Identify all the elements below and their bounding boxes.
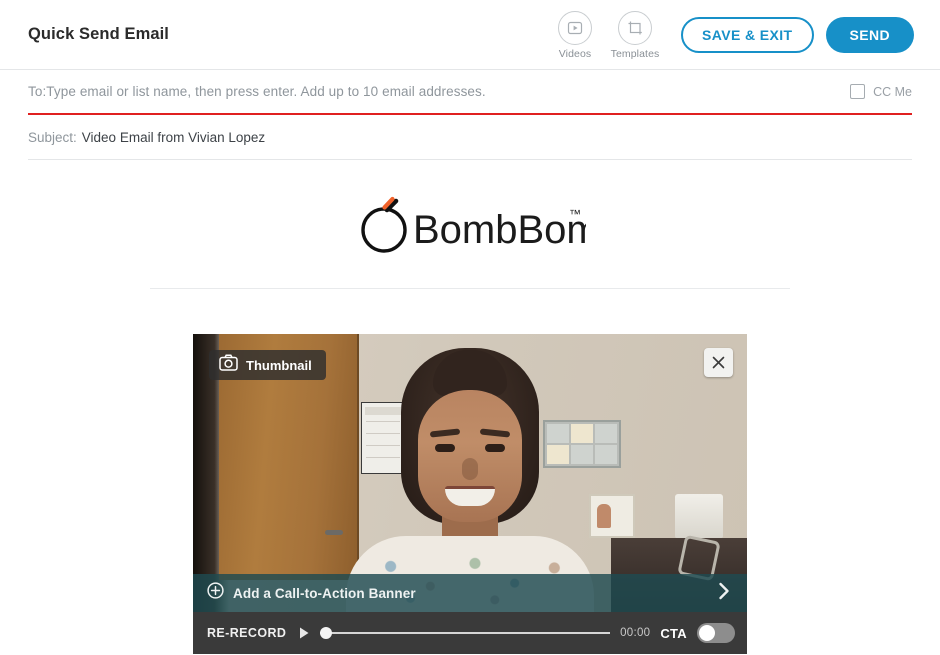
- camera-icon: [219, 354, 238, 376]
- subject-row[interactable]: Subject: Video Email from Vivian Lopez: [28, 115, 912, 160]
- person-nose: [462, 458, 478, 480]
- time-display: 00:00: [620, 627, 651, 639]
- person-face: [418, 390, 522, 522]
- video-player-wrapper: Thumbnail Add a Call-to-Action Banner RE…: [0, 334, 940, 654]
- bombbomb-logo-icon: BombBomb ™: [361, 196, 586, 253]
- to-input-placeholder[interactable]: To:Type email or list name, then press e…: [28, 84, 486, 99]
- progress-track: [320, 632, 611, 634]
- save-and-exit-button[interactable]: SAVE & EXIT: [681, 16, 814, 53]
- play-button[interactable]: [298, 626, 310, 640]
- subject-input[interactable]: Video Email from Vivian Lopez: [82, 130, 265, 145]
- videos-label: Videos: [558, 48, 592, 60]
- bombbomb-logo: BombBomb ™: [0, 194, 940, 256]
- svg-text:™: ™: [569, 207, 581, 221]
- progress-handle[interactable]: [320, 627, 333, 639]
- cta-toggle[interactable]: [697, 623, 735, 643]
- play-icon: [300, 627, 309, 639]
- scene-picture-frame: [589, 494, 635, 538]
- cta-toggle-label: CTA: [660, 625, 687, 641]
- close-icon: [712, 356, 725, 369]
- scene-wall-calendar: [361, 402, 405, 474]
- progress-scrubber[interactable]: [320, 626, 611, 640]
- templates-label: Templates: [610, 48, 660, 60]
- subject-label: Subject:: [28, 129, 77, 145]
- chevron-right-icon: [717, 582, 731, 605]
- add-cta-banner-label: Add a Call-to-Action Banner: [233, 585, 416, 601]
- templates-button[interactable]: Templates: [605, 11, 665, 60]
- person-mouth: [445, 486, 495, 506]
- cc-me-label: CC Me: [873, 84, 912, 99]
- videos-button[interactable]: Videos: [545, 11, 605, 60]
- thumbnail-button[interactable]: Thumbnail: [209, 350, 326, 380]
- thumbnail-label: Thumbnail: [246, 357, 312, 373]
- cta-toggle-knob: [699, 625, 715, 641]
- svg-text:BombBomb: BombBomb: [413, 208, 586, 252]
- video-preview[interactable]: Thumbnail: [193, 334, 747, 612]
- app-header: Quick Send Email Videos Templates SAVE &…: [0, 0, 940, 70]
- scene-lamp-shade: [675, 494, 723, 538]
- player-controls: RE-RECORD 00:00 CTA: [193, 612, 747, 654]
- send-button[interactable]: SEND: [825, 16, 914, 53]
- scene-wall-art: [543, 420, 621, 468]
- cc-me-checkbox-box[interactable]: [850, 84, 866, 99]
- scene-door-handle: [325, 530, 343, 535]
- video-icon: [558, 11, 592, 45]
- close-video-button[interactable]: [704, 348, 733, 377]
- email-body: BombBomb ™: [0, 160, 940, 654]
- video-player[interactable]: Thumbnail Add a Call-to-Action Banner RE…: [193, 334, 747, 654]
- re-record-button[interactable]: RE-RECORD: [207, 626, 286, 640]
- plus-circle-icon: [207, 582, 224, 604]
- body-divider: [150, 288, 790, 289]
- page-title: Quick Send Email: [28, 25, 169, 43]
- template-crop-icon: [618, 11, 652, 45]
- person-eye-left: [435, 444, 455, 452]
- recipient-row[interactable]: To:Type email or list name, then press e…: [28, 70, 912, 115]
- cc-me-checkbox[interactable]: CC Me: [850, 84, 912, 99]
- add-cta-banner-button[interactable]: Add a Call-to-Action Banner: [193, 574, 747, 612]
- person-brow-right: [479, 428, 511, 438]
- person-brow-left: [429, 428, 461, 438]
- header-actions: Videos Templates SAVE & EXIT SEND: [545, 9, 914, 60]
- person-eye-right: [485, 444, 505, 452]
